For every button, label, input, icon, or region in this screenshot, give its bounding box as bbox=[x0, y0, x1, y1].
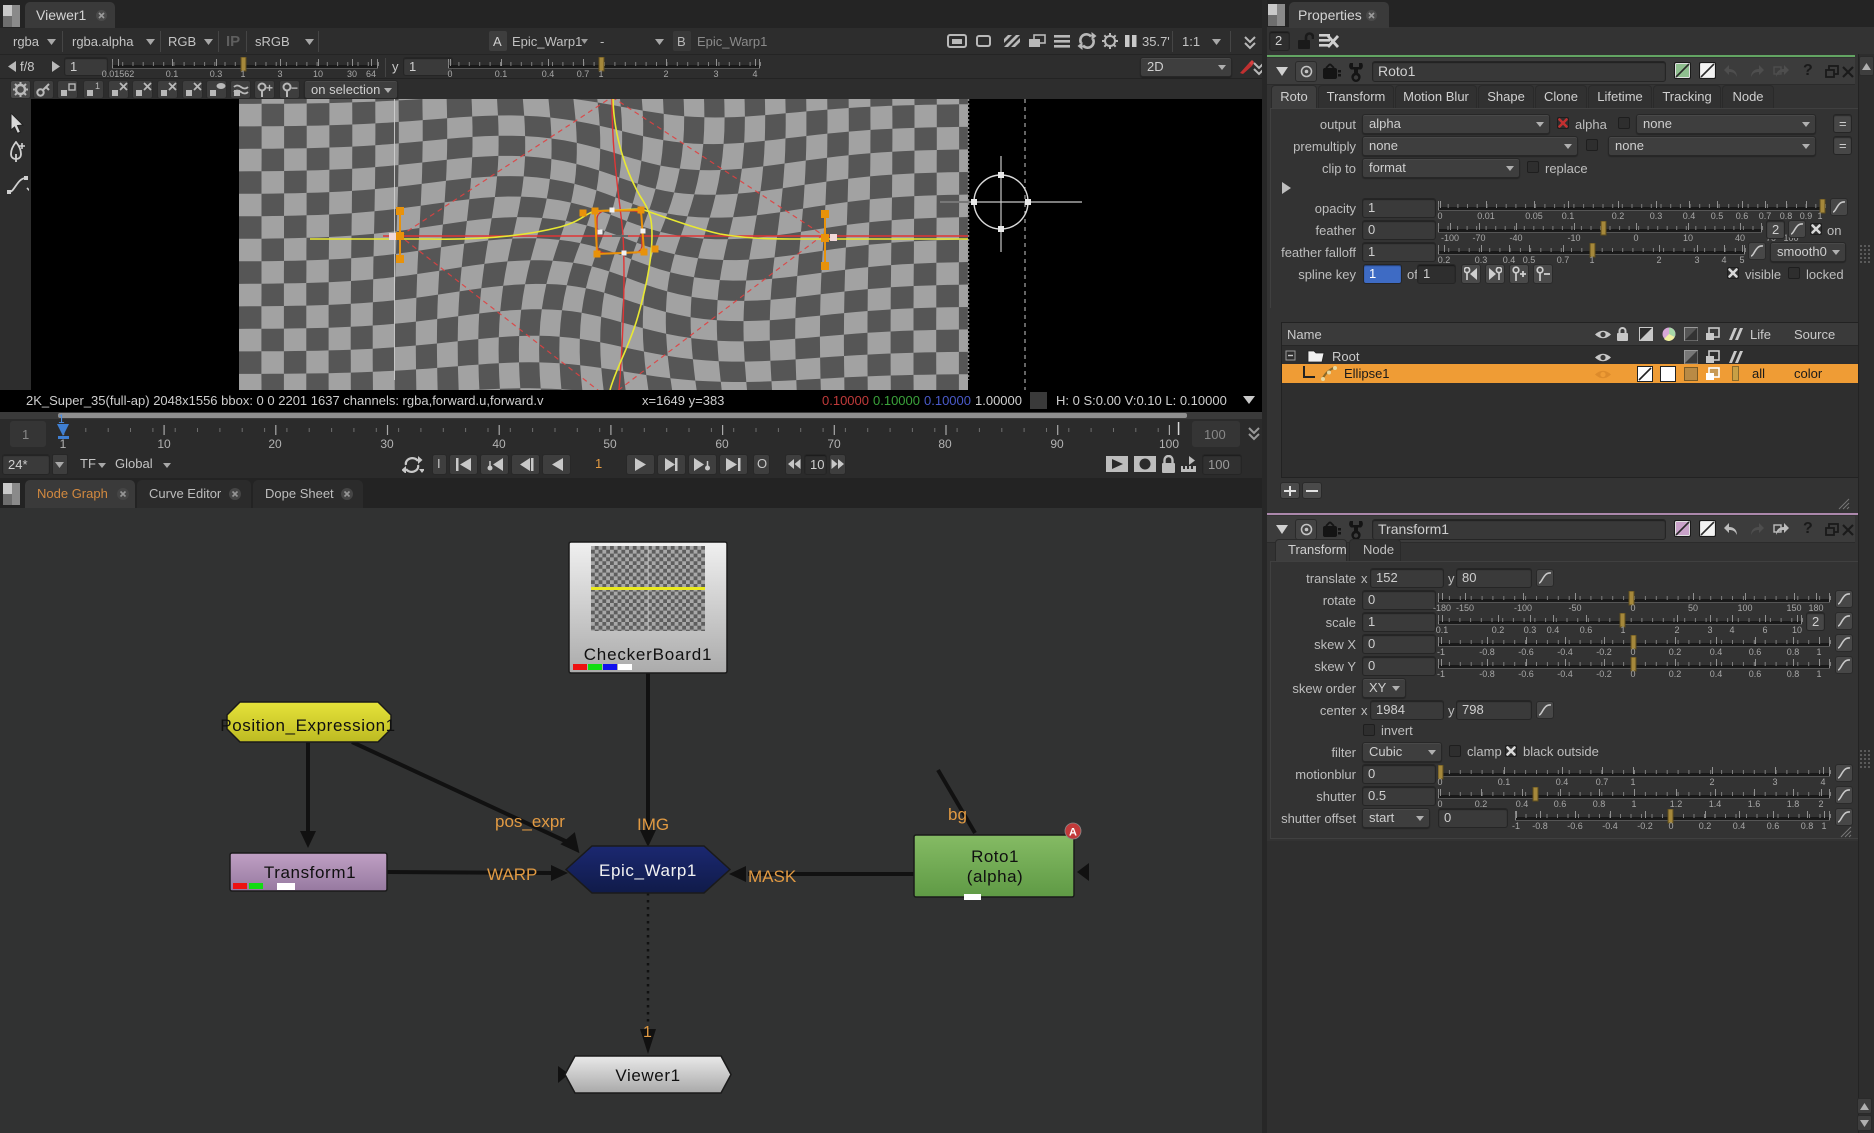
svg-text:Viewer1: Viewer1 bbox=[615, 1066, 680, 1085]
svg-text:1: 1 bbox=[643, 1024, 652, 1041]
svg-text:Epic_Warp1: Epic_Warp1 bbox=[599, 861, 697, 880]
svg-text:bg: bg bbox=[948, 805, 967, 824]
svg-text:Transform1: Transform1 bbox=[264, 863, 356, 882]
svg-text:(alpha): (alpha) bbox=[967, 867, 1023, 886]
svg-text:Roto1: Roto1 bbox=[971, 847, 1019, 866]
svg-text:CheckerBoard1: CheckerBoard1 bbox=[584, 645, 713, 664]
svg-text:IMG: IMG bbox=[637, 815, 669, 834]
svg-text:MASK: MASK bbox=[748, 867, 797, 886]
svg-text:A: A bbox=[1069, 827, 1077, 839]
svg-text:WARP: WARP bbox=[487, 865, 537, 884]
svg-text:pos_expr: pos_expr bbox=[495, 812, 565, 831]
svg-text:Position_Expression1: Position_Expression1 bbox=[220, 716, 395, 735]
